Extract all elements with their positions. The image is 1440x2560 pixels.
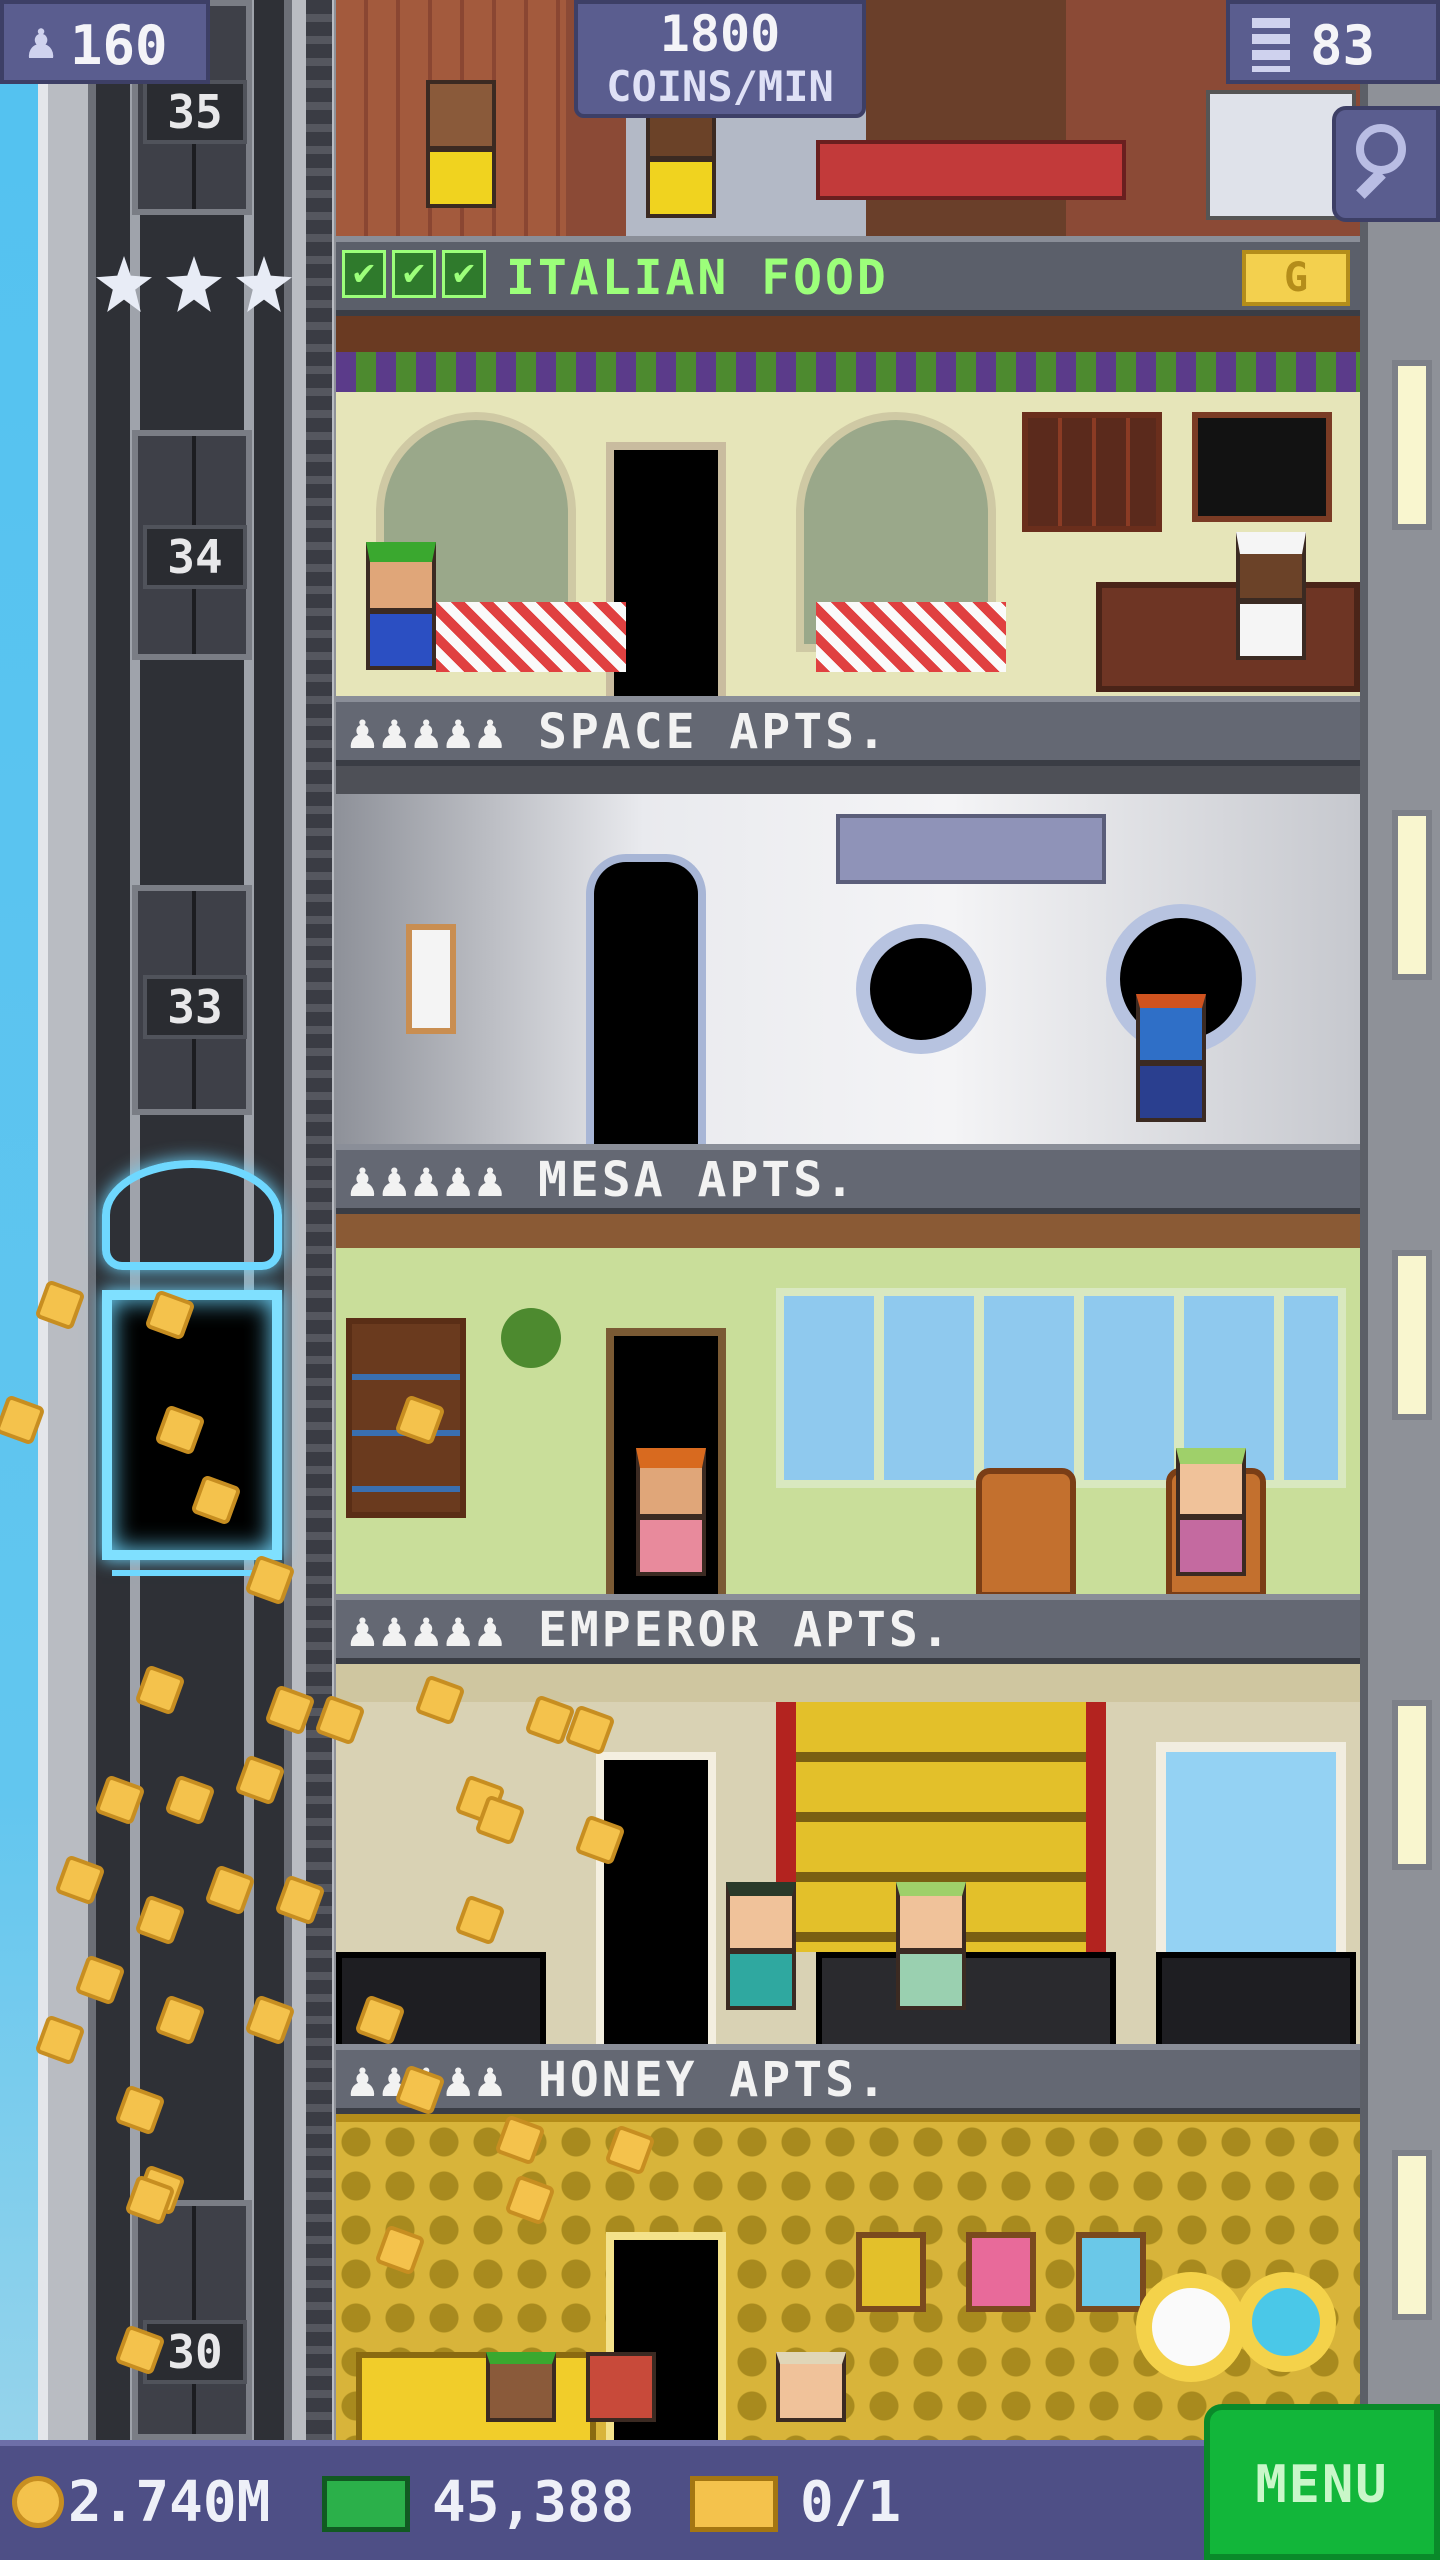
magnifier-handle [1356,169,1386,199]
side-window [1392,360,1432,530]
rating-stars [96,256,306,316]
room-door[interactable] [596,1752,716,2044]
vip-bow-icon [102,1160,282,1270]
coins-per-minute-unit: COINS/MIN [606,62,834,111]
floor-mesa-apts[interactable] [336,1214,1360,1594]
magnifier-icon [1356,124,1406,174]
check-icon: ✔ [442,250,486,298]
bux-value: 45,388 [432,2470,635,2535]
side-window [1392,1250,1432,1420]
resident-character[interactable] [586,2352,656,2422]
picture-frame [856,2232,926,2312]
residents-icons: ♟♟♟♟♟ [348,1152,508,1208]
check-icon: ✔ [342,250,386,298]
sofa [816,1952,1116,2044]
building-icon [1252,18,1290,72]
window [1156,1742,1346,1962]
floor-number-34: 34 [143,525,247,589]
search-button[interactable] [1332,106,1440,222]
star-icon [236,256,292,312]
floor-header-honey-apts[interactable]: ♟♟♟♟♟HONEY APTS. [336,2044,1360,2114]
stock-check-icons: ✔ ✔ ✔ [342,250,492,304]
armchair [976,1468,1076,1594]
floor-name: ♟♟♟♟♟ MESA APTS. [336,1154,857,1206]
room-door[interactable] [586,854,706,1144]
bux-icon [322,2476,410,2532]
floor-name: ♟♟♟♟♟ EMPEROR APTS. [336,1604,953,1656]
floor-header-mesa-apts[interactable]: ♟♟♟♟♟ MESA APTS. [336,1144,1360,1214]
flower-decoration [1136,2272,1246,2382]
floor-header-space-apts[interactable]: ♟♟♟♟♟ SPACE APTS. [336,696,1360,766]
coins-value: 2.740M [68,2470,271,2535]
coin-icon [12,2476,64,2528]
wine-rack [1022,412,1162,532]
floor-italian-food[interactable] [336,316,1360,696]
population-icon: ♟ [26,12,57,70]
floor-number-33: 33 [143,975,247,1039]
residents-icons: ♟♟♟♟♟ [348,1602,508,1658]
dining-table [816,602,1006,672]
floor-emperor-apts[interactable] [336,1664,1360,2044]
menu-chalkboard [1192,412,1332,522]
population-counter[interactable]: ♟ 160 [0,0,210,84]
star-icon [166,256,222,312]
elevator-track [306,0,332,2440]
floor-header-emperor-apts[interactable]: ♟♟♟♟♟ EMPEROR APTS. [336,1594,1360,1664]
chef-character[interactable] [1236,532,1306,660]
plumber-character[interactable] [366,542,436,670]
side-window [1392,1700,1432,1870]
floor-name: ITALIAN FOOD [506,250,889,306]
coins-per-minute-value: 1800 [659,5,781,63]
floor-honey-apts[interactable] [336,2114,1360,2440]
picture-frame [966,2232,1036,2312]
resident-character[interactable] [776,2352,846,2422]
control-panel [836,814,1106,884]
floor-counter[interactable]: 83 [1226,0,1440,84]
floor-header-italian-food[interactable]: ✔ ✔ ✔ ITALIAN FOOD G [336,236,1360,316]
side-window [1392,2150,1432,2320]
floor-space-apts[interactable] [336,766,1360,1144]
tower-floors: ✔ ✔ ✔ ITALIAN FOOD G ♟♟♟♟♟ SPACE APTS. ♟… [336,0,1360,2440]
dining-table [436,602,626,672]
hero-character[interactable] [1136,994,1206,1122]
resident-character[interactable] [1176,1448,1246,1576]
large-window [776,1288,1346,1488]
residents-icons: ♟♟♟♟♟ [348,704,508,760]
menu-button[interactable]: MENU [1204,2404,1440,2560]
worker-character[interactable] [426,80,496,208]
yellow-sofa [356,2352,596,2440]
counter [1096,582,1360,692]
hanging-plant [501,1308,561,1368]
wall-panel [406,924,456,1034]
tickets-value: 0/1 [800,2470,902,2535]
resident-character[interactable] [636,1448,706,1576]
side-window [1392,810,1432,980]
floor-number-35: 35 [143,80,247,144]
ticket-icon [690,2476,778,2532]
floor-badge[interactable]: G [1242,250,1350,306]
star-icon [96,256,152,312]
building-right-edge [1360,0,1440,2440]
porthole-window [856,924,986,1054]
sofa [1156,1952,1356,2044]
coins-per-minute: 1800 COINS/MIN [574,0,866,118]
population-value: 160 [70,14,168,77]
floor-count-value: 83 [1310,14,1376,77]
floor-name: ♟♟♟♟♟ SPACE APTS. [336,706,889,758]
flower-decoration [1236,2272,1336,2372]
resident-character[interactable] [726,1882,796,2010]
check-icon: ✔ [392,250,436,298]
grapevine-decoration [336,352,1360,392]
resident-character[interactable] [896,1882,966,2010]
resident-character[interactable] [486,2352,556,2422]
picture-frame [1076,2232,1146,2312]
